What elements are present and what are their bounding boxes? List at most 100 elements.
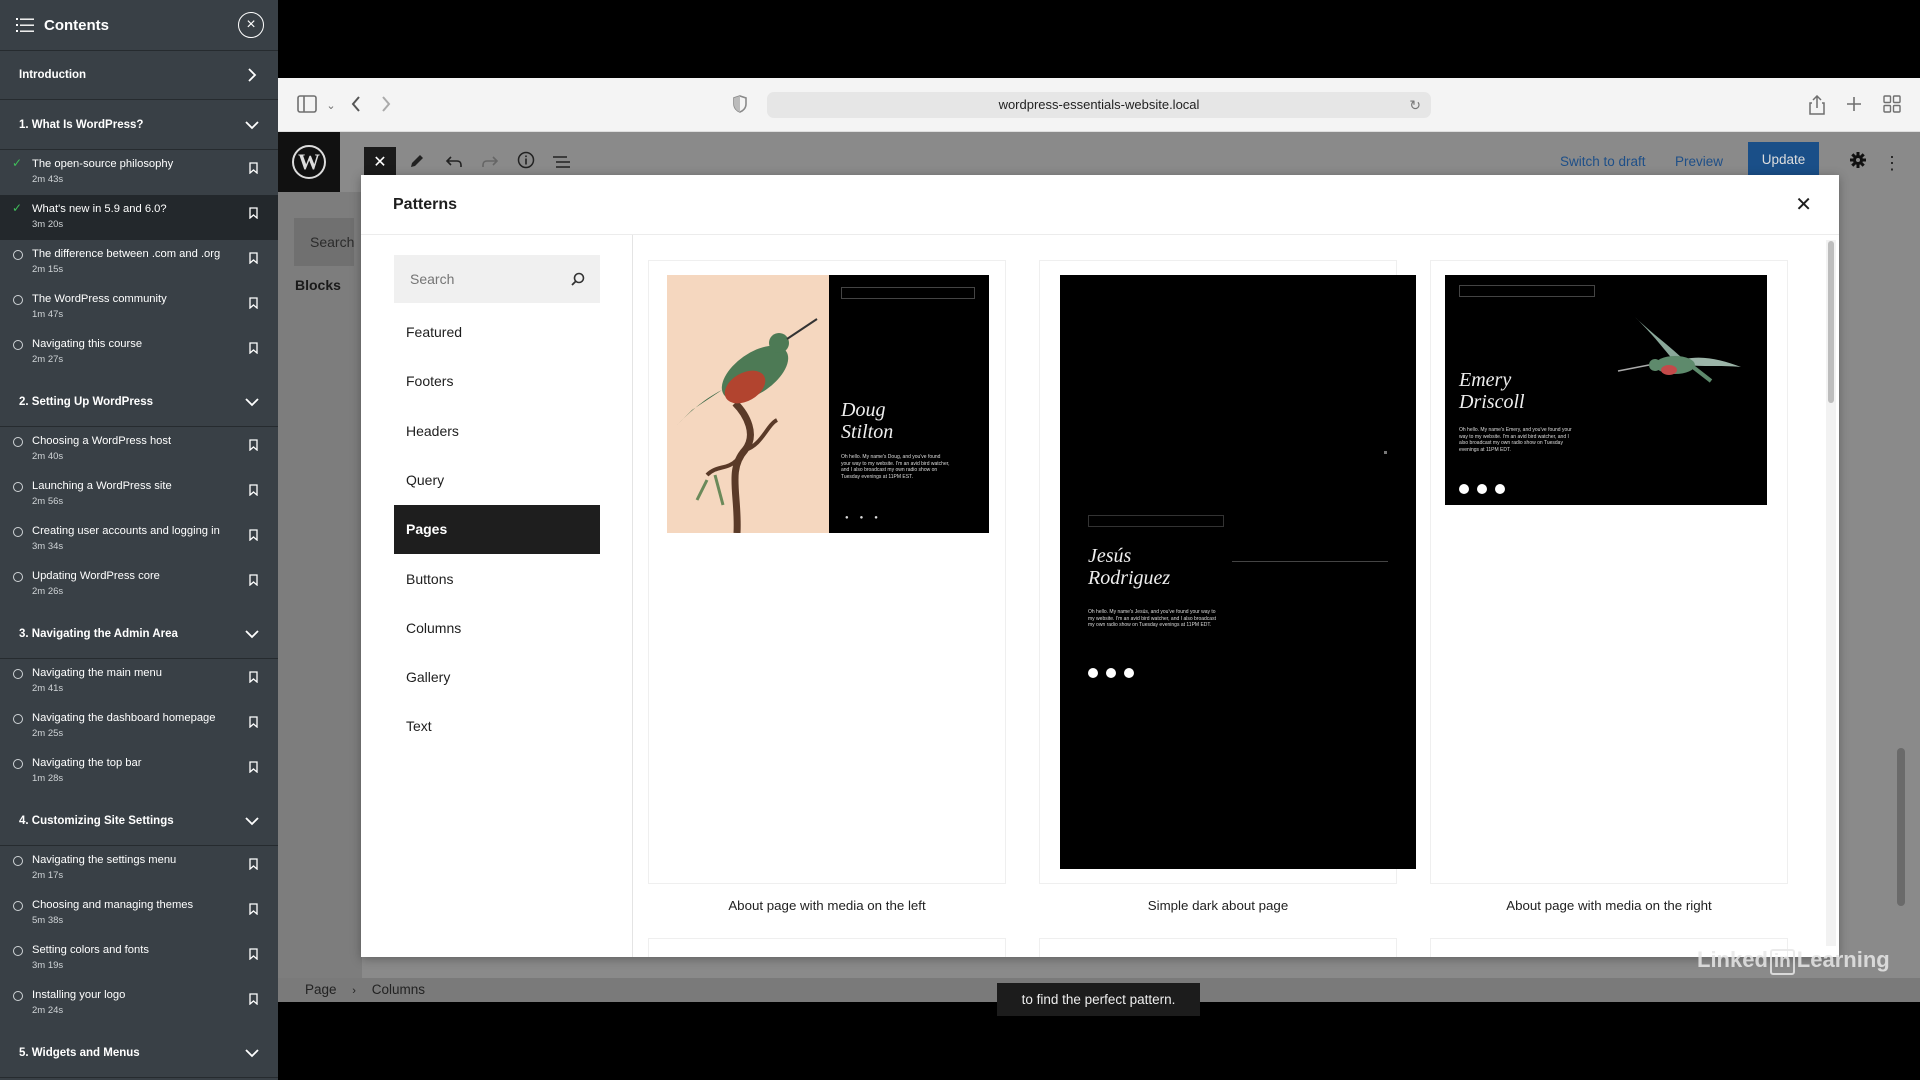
lesson-item[interactable]: Creating user accounts and logging in 3m … (0, 517, 278, 562)
reload-icon[interactable]: ↻ (1409, 92, 1421, 118)
more-options-icon[interactable]: ⋮ (1876, 147, 1908, 179)
section-header[interactable]: 5. Widgets and Menus (0, 1028, 278, 1078)
breadcrumb-columns[interactable]: Columns (372, 982, 425, 997)
lesson-item[interactable]: Launching a WordPress site 2m 56s (0, 472, 278, 517)
modal-close-button[interactable]: ✕ (1795, 192, 1812, 217)
close-sidebar-button[interactable]: × (238, 12, 264, 38)
lesson-duration: 2m 17s (32, 870, 64, 881)
category-columns[interactable]: Columns (394, 604, 600, 653)
lesson-item[interactable]: Navigating the top bar 1m 28s (0, 749, 278, 794)
category-featured[interactable]: Featured (394, 308, 600, 357)
bookmark-icon[interactable] (249, 484, 258, 497)
lesson-item[interactable]: Choosing and managing themes 5m 38s (0, 891, 278, 936)
lesson-item[interactable]: The difference between .com and .org 2m 1… (0, 240, 278, 285)
forward-icon[interactable] (375, 95, 397, 117)
lesson-duration: 2m 27s (32, 354, 64, 365)
tab-overview-icon[interactable] (1881, 95, 1903, 117)
update-button[interactable]: Update (1748, 142, 1819, 178)
bookmark-icon[interactable] (249, 993, 258, 1006)
section-header[interactable]: 2. Setting Up WordPress (0, 377, 278, 427)
bookmark-icon[interactable] (249, 252, 258, 265)
lesson-item[interactable]: ✓ What's new in 5.9 and 6.0? 3m 20s (0, 195, 278, 240)
pattern-name-line1: Doug (841, 399, 886, 421)
category-footers[interactable]: Footers (394, 357, 600, 406)
pattern-card-partial[interactable] (1039, 938, 1397, 957)
new-tab-icon[interactable] (1843, 95, 1865, 117)
checkmark-icon: ✓ (12, 201, 23, 215)
social-icon (1124, 668, 1134, 678)
lesson-item[interactable]: Navigating the settings menu 2m 17s (0, 846, 278, 891)
lesson-item[interactable]: Updating WordPress core 2m 26s (0, 562, 278, 607)
pattern-card-about-right[interactable]: Emery Driscoll Oh hello. My name's Emery… (1430, 260, 1788, 884)
checkmark-icon: ✓ (12, 156, 23, 170)
bookmark-icon[interactable] (249, 207, 258, 220)
section-header[interactable]: 4. Customizing Site Settings (0, 796, 278, 846)
wordpress-logo-icon[interactable]: W (278, 132, 340, 192)
bookmark-icon[interactable] (249, 574, 258, 587)
section-header[interactable]: Introduction (0, 51, 278, 100)
lesson-duration: 2m 41s (32, 683, 64, 694)
chevron-down-icon[interactable]: ⌄ (320, 95, 342, 117)
section-label: 3. Navigating the Admin Area (19, 627, 178, 640)
section-label: 5. Widgets and Menus (19, 1046, 140, 1059)
lesson-item[interactable]: The WordPress community 1m 47s (0, 285, 278, 330)
lesson-item[interactable]: Installing your logo 2m 24s (0, 981, 278, 1026)
bookmark-icon[interactable] (249, 529, 258, 542)
lesson-item[interactable]: Choosing a WordPress host 2m 40s (0, 427, 278, 472)
bookmark-icon[interactable] (249, 903, 258, 916)
lesson-title: The difference between .com and .org (32, 248, 221, 260)
category-text[interactable]: Text (394, 702, 600, 751)
pattern-search-input[interactable]: Search (394, 255, 600, 303)
bookmark-icon[interactable] (249, 858, 258, 871)
category-pages[interactable]: Pages (394, 505, 600, 555)
contents-list: Introduction 1. What Is WordPress? ✓ The op… (0, 51, 278, 1080)
header-bar (1459, 285, 1595, 297)
lesson-item[interactable]: Navigating this course 2m 27s (0, 330, 278, 375)
lesson-item[interactable]: ✓ The open-source philosophy 2m 43s (0, 150, 278, 195)
pattern-card-about-left[interactable]: Doug Stilton Oh hello. My name's Doug, a… (648, 260, 1006, 884)
breadcrumb-page[interactable]: Page (305, 982, 337, 997)
section-header[interactable]: 1. What Is WordPress? (0, 100, 278, 150)
category-query[interactable]: Query (394, 456, 600, 505)
lesson-duration: 2m 24s (32, 1005, 64, 1016)
back-icon[interactable] (345, 95, 367, 117)
lesson-duration: 3m 19s (32, 960, 64, 971)
settings-gear-icon[interactable] (1842, 147, 1874, 179)
pattern-card-simple-dark[interactable]: Jesús Rodriguez Oh hello. My name's Jesú… (1039, 260, 1416, 884)
category-gallery[interactable]: Gallery (394, 653, 600, 702)
bookmark-icon[interactable] (249, 162, 258, 175)
editor-scrollbar-thumb[interactable] (1897, 748, 1905, 906)
app-root: Contents × Introduction 1. What Is WordPr… (0, 0, 1920, 1080)
bookmark-icon[interactable] (249, 761, 258, 774)
blocks-tab[interactable]: Blocks (295, 277, 341, 293)
bookmark-icon[interactable] (249, 439, 258, 452)
bookmark-icon[interactable] (249, 342, 258, 355)
bookmark-icon[interactable] (249, 716, 258, 729)
block-inserter-panel: Search Blocks (278, 192, 362, 978)
bookmark-icon[interactable] (249, 297, 258, 310)
pattern-preview: Jesús Rodriguez Oh hello. My name's Jesú… (1060, 275, 1416, 869)
bookmark-icon[interactable] (249, 671, 258, 684)
address-bar[interactable]: wordpress-essentials-website.local ↻ (767, 92, 1431, 118)
pattern-name-line2: Rodriguez (1088, 567, 1171, 589)
lesson-title: Choosing and managing themes (32, 899, 194, 911)
patterns-scrollbar-thumb[interactable] (1828, 241, 1834, 403)
preview-button[interactable]: Preview (1675, 154, 1723, 169)
share-icon[interactable] (1806, 94, 1828, 117)
lesson-item[interactable]: Setting colors and fonts 3m 19s (0, 936, 278, 981)
bookmark-icon[interactable] (249, 948, 258, 961)
shield-icon[interactable] (729, 95, 751, 117)
switch-to-draft-button[interactable]: Switch to draft (1560, 154, 1646, 169)
sidebar-toggle-icon[interactable] (296, 95, 318, 117)
lesson-item[interactable]: Navigating the main menu 2m 41s (0, 659, 278, 704)
pattern-card-partial[interactable] (648, 938, 1006, 957)
pattern-name-line1: Emery (1459, 369, 1512, 391)
lesson-item[interactable]: Navigating the dashboard homepage 2m 25s (0, 704, 278, 749)
category-buttons[interactable]: Buttons (394, 555, 600, 604)
inserter-search[interactable]: Search (294, 218, 354, 266)
category-headers[interactable]: Headers (394, 407, 600, 456)
section-header[interactable]: 3. Navigating the Admin Area (0, 609, 278, 659)
browser-toolbar: ⌄ wordpress-essentials-website.local ↻ (278, 78, 1920, 132)
lesson-title: The WordPress community (32, 293, 167, 305)
pattern-body: Oh hello. My name's Doug, and you've fou… (841, 454, 950, 480)
